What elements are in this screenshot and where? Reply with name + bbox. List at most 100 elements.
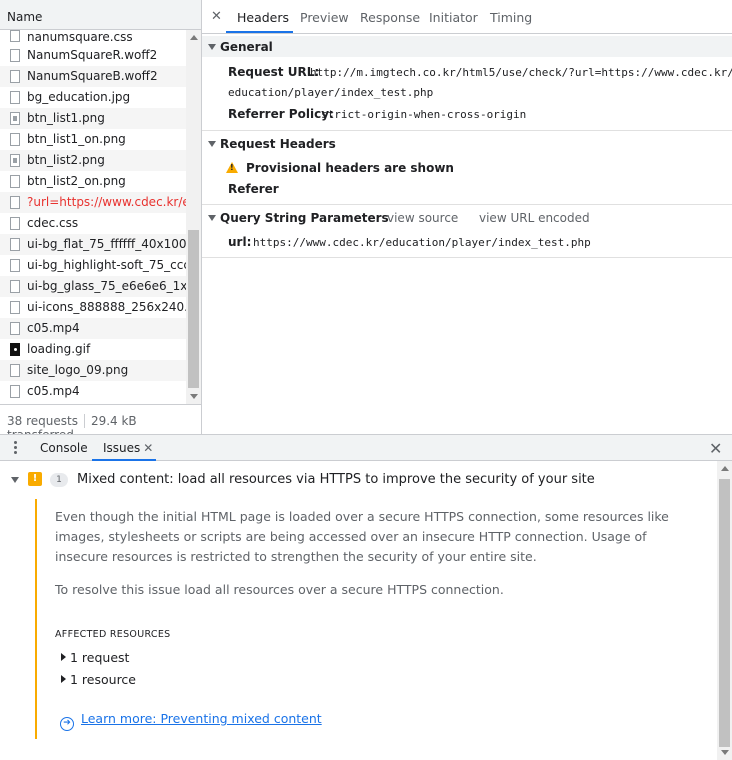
expand-triangle-icon bbox=[208, 44, 216, 50]
request-row[interactable]: nanumsquare.css bbox=[0, 30, 186, 45]
tab-initiator[interactable]: Initiator bbox=[429, 10, 478, 25]
scroll-down-arrow-icon[interactable] bbox=[721, 750, 729, 755]
name-column-header[interactable]: Name bbox=[0, 0, 201, 30]
request-list-scrollbar[interactable] bbox=[186, 30, 201, 404]
request-row[interactable]: c05.mp4 bbox=[0, 381, 186, 402]
divider bbox=[83, 414, 85, 428]
close-drawer-icon[interactable]: ✕ bbox=[709, 439, 722, 458]
warning-icon bbox=[226, 162, 238, 173]
expand-triangle-icon bbox=[61, 675, 66, 683]
request-headers-section-title[interactable]: Request Headers bbox=[208, 137, 336, 151]
request-count: 38 requests bbox=[7, 414, 78, 428]
request-row[interactable]: NanumSquareB.woff2 bbox=[0, 66, 186, 87]
issues-panel: ! 1 Mixed content: load all resources vi… bbox=[0, 461, 717, 760]
request-row[interactable]: btn_list1.png bbox=[0, 108, 186, 129]
tab-timing[interactable]: Timing bbox=[490, 10, 532, 25]
request-name: ui-bg_flat_75_ffffff_40x100.png bbox=[27, 237, 186, 251]
issue-count-badge: 1 bbox=[50, 473, 68, 487]
detail-tab-strip: ✕ Headers Preview Response Initiator Tim… bbox=[202, 0, 732, 34]
request-name: ui-bg_glass_75_e6e6e6_1x400 bbox=[27, 279, 186, 293]
request-url-value-cont: education/player/index_test.php bbox=[228, 86, 434, 99]
request-name: btn_list2_on.png bbox=[27, 174, 126, 188]
request-row[interactable]: loading.gif bbox=[0, 339, 186, 360]
request-name: cdec.css bbox=[27, 216, 79, 230]
issue-description: Even though the initial HTML page is loa… bbox=[55, 509, 669, 564]
request-name: btn_list1_on.png bbox=[27, 132, 126, 146]
request-row[interactable]: cdec.css bbox=[0, 213, 186, 234]
collapse-triangle-icon[interactable] bbox=[11, 477, 19, 483]
close-detail-icon[interactable]: ✕ bbox=[211, 9, 222, 24]
request-detail-pane: ✕ Headers Preview Response Initiator Tim… bbox=[202, 0, 732, 434]
affected-resources-toggle[interactable]: 1 resource bbox=[61, 672, 136, 687]
general-section-header[interactable] bbox=[202, 36, 732, 57]
request-row[interactable]: ui-bg_flat_75_ffffff_40x100.png bbox=[0, 234, 186, 255]
document-icon bbox=[10, 30, 20, 42]
image-icon bbox=[10, 112, 20, 125]
expand-triangle-icon bbox=[208, 215, 216, 221]
close-tab-icon[interactable]: ✕ bbox=[143, 441, 153, 455]
request-row[interactable]: btn_list2.png bbox=[0, 150, 186, 171]
divider bbox=[202, 130, 732, 131]
request-name: NanumSquareR.woff2 bbox=[27, 48, 158, 62]
request-row[interactable]: ?url=https://www.cdec.kr/edu bbox=[0, 192, 186, 213]
image-icon bbox=[10, 154, 20, 167]
document-icon bbox=[10, 364, 20, 377]
query-string-section-title[interactable]: Query String Parameters bbox=[208, 211, 389, 225]
request-name: ui-bg_highlight-soft_75_cccccc bbox=[27, 258, 186, 272]
scroll-down-arrow-icon[interactable] bbox=[190, 394, 198, 399]
request-row[interactable]: btn_list1_on.png bbox=[0, 129, 186, 150]
request-row[interactable]: c05.mp4 bbox=[0, 318, 186, 339]
request-name: c05.mp4 bbox=[27, 321, 80, 335]
document-icon bbox=[10, 259, 20, 272]
request-row[interactable]: NanumSquareR.woff2 bbox=[0, 45, 186, 66]
request-row[interactable]: bg_education.jpg bbox=[0, 87, 186, 108]
tab-headers[interactable]: Headers bbox=[237, 10, 289, 25]
request-name: c05.mp4 bbox=[27, 384, 80, 398]
document-icon bbox=[10, 70, 20, 83]
more-options-icon[interactable] bbox=[14, 441, 18, 455]
document-icon bbox=[10, 385, 20, 398]
scroll-thumb[interactable] bbox=[719, 479, 730, 747]
affected-requests-toggle[interactable]: 1 request bbox=[61, 650, 129, 665]
request-row[interactable]: ui-bg_highlight-soft_75_cccccc bbox=[0, 255, 186, 276]
referrer-policy-value: strict-origin-when-cross-origin bbox=[321, 108, 527, 121]
document-icon bbox=[10, 301, 20, 314]
network-status-bar: 38 requests29.4 kB transferred bbox=[0, 404, 201, 442]
drawer-tab-strip: Console Issues ✕ ✕ bbox=[0, 434, 732, 461]
request-row[interactable]: ui-bg_glass_75_e6e6e6_1x400 bbox=[0, 276, 186, 297]
tab-console[interactable]: Console bbox=[40, 441, 88, 455]
view-url-encoded-link[interactable]: view URL encoded bbox=[479, 211, 590, 225]
document-icon bbox=[10, 322, 20, 335]
network-panel: Name nanumsquare.css NanumSquareR.woff2 Na… bbox=[0, 0, 732, 442]
request-row[interactable]: ui-icons_888888_256x240.png bbox=[0, 297, 186, 318]
active-tab-indicator bbox=[226, 31, 293, 33]
expand-triangle-icon bbox=[208, 141, 216, 147]
warning-icon: ! bbox=[28, 472, 42, 486]
document-icon bbox=[10, 175, 20, 188]
document-icon bbox=[10, 280, 20, 293]
document-icon bbox=[10, 91, 20, 104]
view-source-link[interactable]: view source bbox=[387, 211, 458, 225]
request-name: ui-icons_888888_256x240.png bbox=[27, 300, 186, 314]
tab-response[interactable]: Response bbox=[360, 10, 420, 25]
issue-header[interactable]: ! 1 Mixed content: load all resources vi… bbox=[0, 461, 717, 499]
learn-more-link[interactable]: ➔ Learn more: Preventing mixed content bbox=[60, 711, 322, 731]
request-row[interactable]: btn_list2_on.png bbox=[0, 171, 186, 192]
query-url-value: https://www.cdec.kr/education/player/ind… bbox=[253, 236, 591, 249]
scroll-thumb[interactable] bbox=[188, 230, 199, 388]
provisional-headers-warning: Provisional headers are shown bbox=[246, 161, 454, 175]
issues-scrollbar[interactable] bbox=[717, 461, 732, 760]
tab-issues[interactable]: Issues ✕ bbox=[103, 441, 153, 455]
request-name: ?url=https://www.cdec.kr/edu bbox=[27, 195, 186, 209]
issue-accent-bar bbox=[35, 499, 37, 739]
document-icon bbox=[10, 49, 20, 62]
scroll-up-arrow-icon[interactable] bbox=[190, 35, 198, 40]
general-section-title[interactable]: General bbox=[208, 40, 273, 54]
scroll-up-arrow-icon[interactable] bbox=[721, 466, 729, 471]
query-url-key: url: bbox=[228, 235, 252, 249]
request-name: bg_education.jpg bbox=[27, 90, 131, 104]
document-icon bbox=[10, 217, 20, 230]
arrow-right-circle-icon: ➔ bbox=[60, 717, 74, 731]
request-row[interactable]: site_logo_09.png bbox=[0, 360, 186, 381]
tab-preview[interactable]: Preview bbox=[300, 10, 349, 25]
